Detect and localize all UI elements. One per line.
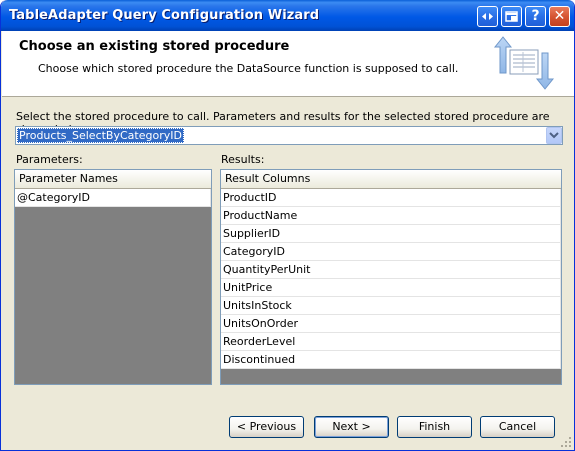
grid-row[interactable]: ProductName	[221, 207, 561, 225]
page-subtitle: Choose which stored procedure the DataSo…	[38, 62, 459, 75]
resize-grip-icon[interactable]	[560, 436, 572, 448]
close-button[interactable]: ✕	[549, 6, 570, 27]
restore-icon[interactable]	[501, 6, 522, 27]
database-sync-icon	[493, 36, 555, 90]
help-button[interactable]: ?	[525, 6, 546, 27]
grid-row[interactable]: Discontinued	[221, 351, 561, 369]
parameters-label: Parameters:	[16, 153, 83, 166]
grid-row[interactable]: ProductID	[221, 189, 561, 207]
wizard-header: Choose an existing stored procedure Choo…	[2, 31, 574, 97]
stored-procedure-dropdown[interactable]: Products_SelectByCategoryID	[15, 126, 563, 145]
page-title: Choose an existing stored procedure	[19, 39, 290, 54]
back-forward-icon[interactable]	[477, 6, 498, 27]
chevron-down-icon[interactable]	[546, 127, 562, 144]
results-label: Results:	[221, 153, 265, 166]
grid-row[interactable]: CategoryID	[221, 243, 561, 261]
previous-button[interactable]: < Previous	[229, 416, 304, 438]
results-column-header[interactable]: Result Columns	[221, 170, 561, 189]
title-bar[interactable]: TableAdapter Query Configuration Wizard …	[1, 0, 574, 31]
grid-row[interactable]: @CategoryID	[15, 189, 211, 207]
window-title: TableAdapter Query Configuration Wizard	[9, 8, 320, 23]
grid-row[interactable]: UnitsOnOrder	[221, 315, 561, 333]
stored-procedure-selected-value: Products_SelectByCategoryID	[17, 128, 184, 143]
parameters-column-header[interactable]: Parameter Names	[15, 170, 211, 189]
grid-row[interactable]: ReorderLevel	[221, 333, 561, 351]
parameters-rows: @CategoryID	[15, 189, 211, 207]
grid-row[interactable]: UnitsInStock	[221, 297, 561, 315]
finish-button[interactable]: Finish	[397, 416, 472, 438]
grid-row[interactable]: QuantityPerUnit	[221, 261, 561, 279]
wizard-window: TableAdapter Query Configuration Wizard …	[0, 0, 575, 451]
results-rows: ProductID ProductName SupplierID CategoryID…	[221, 189, 561, 369]
grid-row[interactable]: SupplierID	[221, 225, 561, 243]
next-button[interactable]: Next >	[314, 416, 389, 438]
results-grid[interactable]: Result Columns ProductID ProductName Suppl…	[220, 169, 562, 385]
grid-row[interactable]: UnitPrice	[221, 279, 561, 297]
cancel-button[interactable]: Cancel	[480, 416, 555, 438]
parameters-grid[interactable]: Parameter Names @CategoryID	[14, 169, 212, 385]
